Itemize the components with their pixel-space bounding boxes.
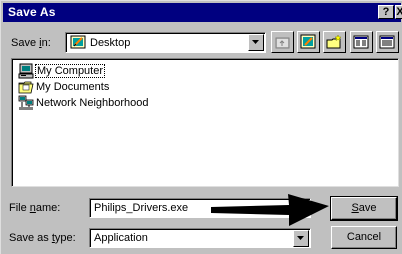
list-item-label: My Computer bbox=[35, 64, 106, 78]
chevron-down-icon bbox=[252, 40, 259, 44]
file-name-label-suffix: ame: bbox=[35, 202, 61, 214]
save-as-type-label-prefix: Save as bbox=[9, 232, 52, 244]
save-in-label-suffix: n: bbox=[41, 37, 51, 49]
list-view-button[interactable] bbox=[350, 31, 373, 53]
folder-icon bbox=[18, 81, 34, 94]
save-button[interactable]: Save bbox=[330, 196, 398, 221]
create-new-folder-button[interactable] bbox=[323, 31, 346, 53]
save-in-label-prefix: Save bbox=[11, 37, 40, 49]
title-bar[interactable]: Save As ? X bbox=[3, 3, 402, 22]
details-view-button[interactable] bbox=[376, 31, 399, 53]
close-button[interactable]: X bbox=[395, 5, 402, 19]
save-button-label: ave bbox=[358, 202, 377, 214]
file-name-value: Philips_Drivers.exe bbox=[94, 202, 189, 214]
file-list[interactable]: My Computer My Documents Network Neighbo… bbox=[11, 58, 399, 187]
details-view-icon bbox=[379, 35, 395, 49]
save-as-type-label-suffix: ype: bbox=[54, 232, 76, 244]
file-name-label-prefix: File bbox=[9, 202, 30, 214]
save-as-type-select[interactable]: Application bbox=[89, 228, 311, 248]
file-name-input[interactable]: Philips_Drivers.exe bbox=[89, 198, 311, 218]
network-neighborhood-icon bbox=[18, 95, 34, 110]
up-one-level-button[interactable] bbox=[271, 31, 294, 53]
create-new-folder-icon bbox=[326, 34, 342, 49]
desktop-folder-icon bbox=[70, 35, 86, 49]
save-as-dialog: Save As ? X Save in: Desktop bbox=[0, 0, 402, 254]
list-item-label: My Documents bbox=[36, 81, 110, 93]
up-one-level-icon bbox=[275, 37, 290, 49]
desktop-button[interactable] bbox=[297, 31, 320, 53]
save-in-value: Desktop bbox=[90, 37, 131, 49]
desktop-icon bbox=[300, 34, 316, 49]
window-title: Save As bbox=[8, 5, 56, 19]
save-in-label: Save in: bbox=[11, 37, 51, 49]
save-in-combo[interactable]: Desktop bbox=[65, 32, 266, 53]
save-as-type-value: Application bbox=[94, 232, 148, 244]
my-computer-icon bbox=[18, 63, 34, 79]
list-view-icon bbox=[353, 35, 369, 49]
save-as-type-dropdown-button[interactable] bbox=[293, 230, 309, 247]
save-as-type-label: Save as type: bbox=[9, 232, 76, 244]
chevron-down-icon bbox=[297, 236, 304, 240]
list-item-label: Network Neighborhood bbox=[36, 97, 149, 109]
save-in-dropdown-button[interactable] bbox=[248, 34, 264, 51]
cancel-button[interactable]: Cancel bbox=[331, 226, 397, 249]
file-name-label: File name: bbox=[9, 202, 60, 214]
help-button[interactable]: ? bbox=[378, 5, 394, 19]
save-button-hotkey: S bbox=[351, 202, 359, 214]
